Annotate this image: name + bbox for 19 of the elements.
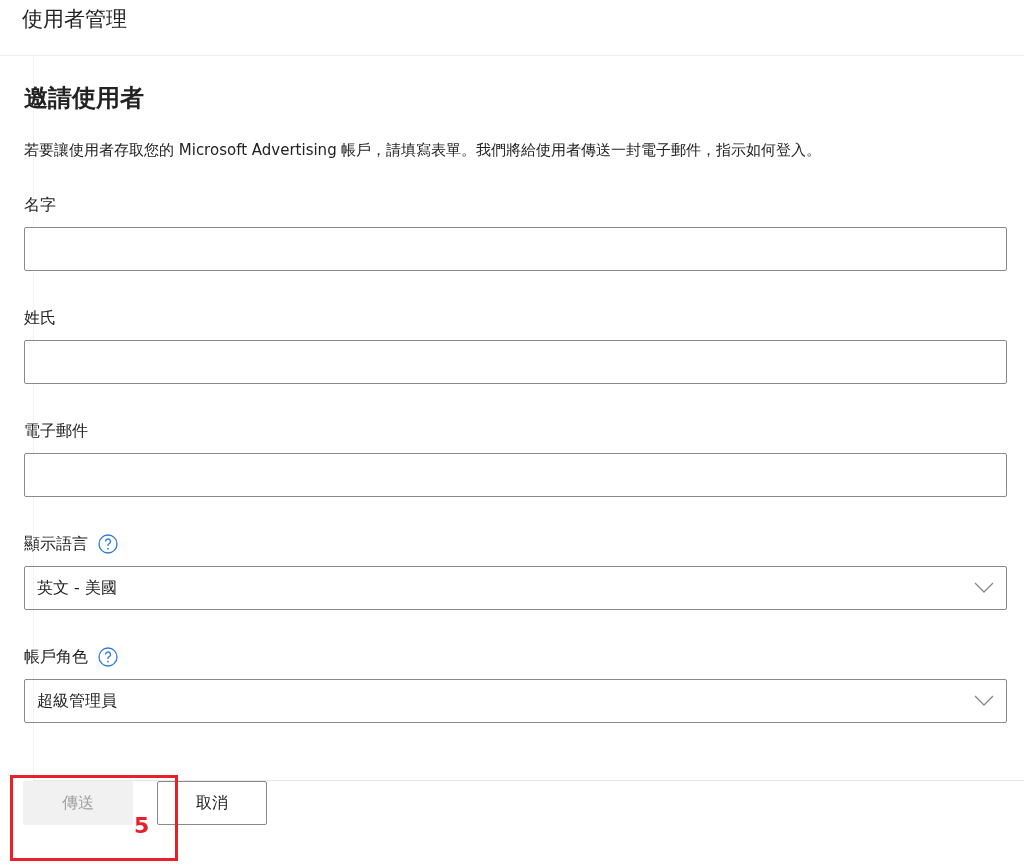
form-description: 若要讓使用者存取您的 Microsoft Advertising 帳戶，請填寫表單。我們將給使用者傳送一封電子郵件，指示如何登入。 [24,139,823,161]
field-label: 名字 [24,194,56,217]
field-label: 電子郵件 [24,420,88,443]
form-title: 邀請使用者 [24,84,145,113]
input-field[interactable] [24,227,1007,272]
page-title: 使用者管理 [22,7,127,31]
chevron-down-icon [974,582,994,595]
field-label: 帳戶角色 [24,646,88,669]
help-icon[interactable] [98,534,118,555]
input-field[interactable] [24,340,1007,385]
input-field[interactable] [24,453,1007,498]
help-icon[interactable] [98,647,118,668]
cancel-button[interactable]: 取消 [157,781,267,825]
field-label: 姓氏 [24,307,56,330]
field-label: 顯示語言 [24,533,88,556]
chevron-down-icon [974,695,994,708]
dropdown[interactable]: 超級管理員 [24,679,1007,724]
dropdown[interactable]: 英文 - 美國 [24,566,1007,611]
annotation-number: 5 [134,815,150,837]
